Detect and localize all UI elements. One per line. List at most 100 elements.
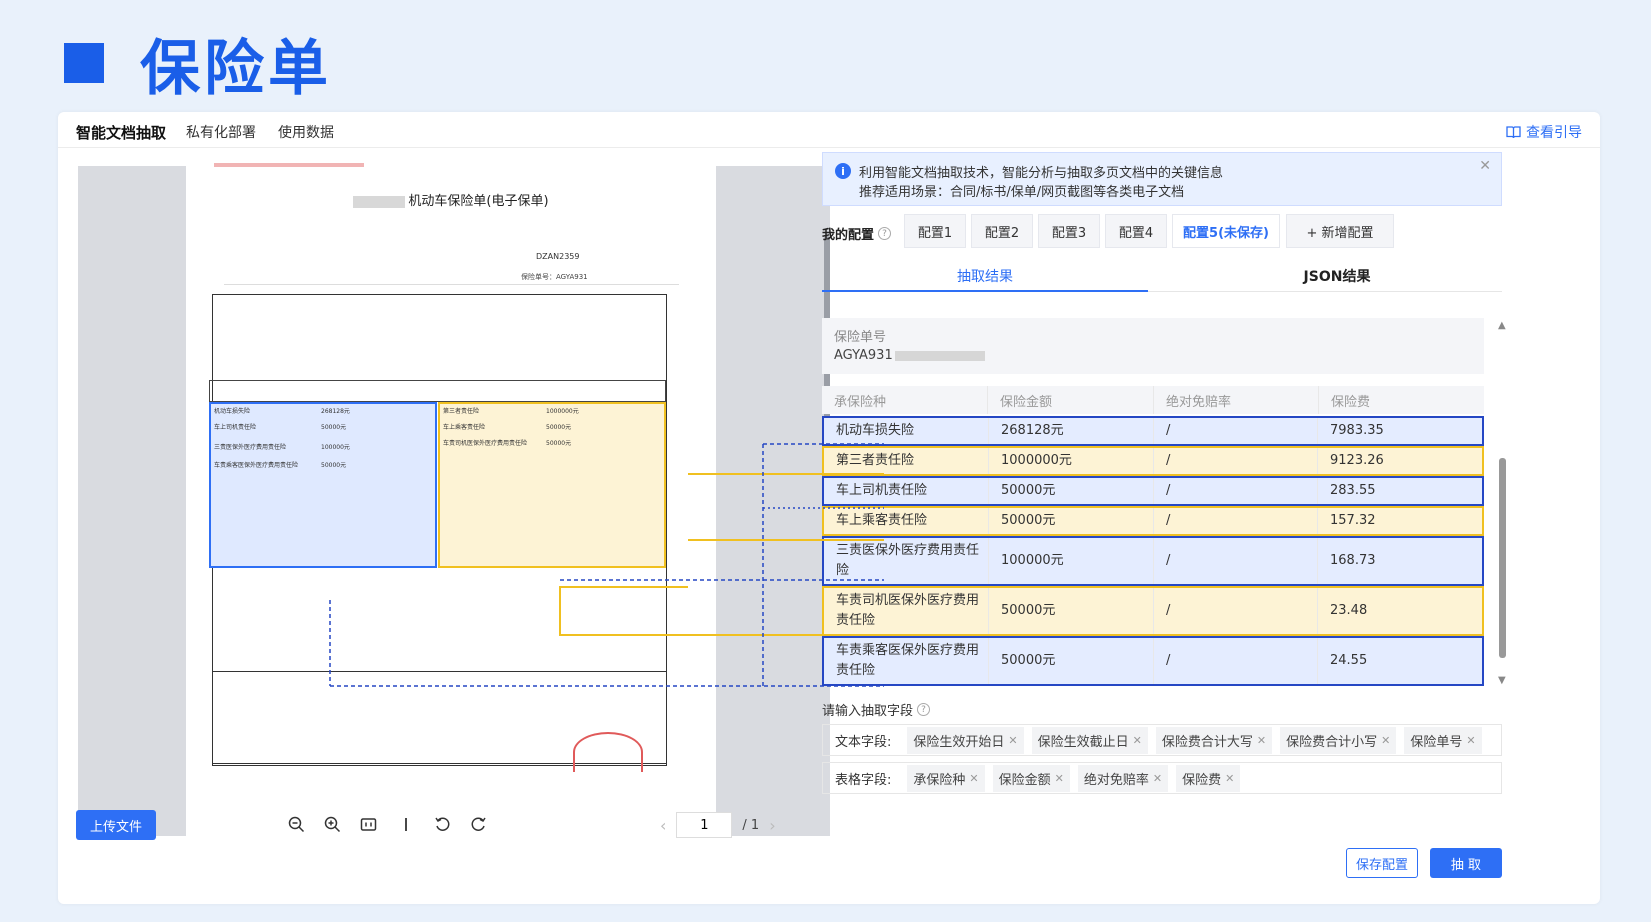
help-icon[interactable]: ? [878,227,892,240]
tab-json-result[interactable]: JSON结果 [1174,260,1500,292]
doc-left-row: 车上司机责任险 [214,424,257,431]
doc-title: 机动车保险单(电子保单) [186,190,716,209]
extract-button[interactable]: 抽 取 [1430,848,1502,878]
tab-config-1[interactable]: 配置1 [904,214,966,248]
seal-stamp [573,732,643,772]
doc-red-header [214,163,364,167]
slide-title-text: 保险单 [140,33,332,104]
zoom-in-icon[interactable] [324,816,341,838]
tab-config-4[interactable]: 配置4 [1105,214,1167,248]
next-page-icon[interactable]: › [769,816,775,835]
table-fields-label: 表格字段: [835,772,892,788]
doc-left-amount: 50000元 [321,424,347,431]
close-icon[interactable]: ✕ [1479,158,1491,174]
tab-config-2[interactable]: 配置2 [971,214,1033,248]
text-fields-input[interactable]: 文本字段: 保险生效开始日 ✕ 保险生效截止日 ✕ 保险费合计大写 ✕ 保险费合计小写… [822,724,1502,756]
save-config-button[interactable]: 保存配置 [1346,848,1418,878]
doc-left-row: 机动车损失险 [214,408,251,415]
tab-extract-result[interactable]: 抽取结果 [822,260,1148,292]
remove-tag-icon[interactable]: ✕ [1225,772,1234,785]
result-table-header: 承保险种 保险金额 绝对免赔率 保险费 [822,386,1484,414]
remove-tag-icon[interactable]: ✕ [1055,772,1064,785]
remove-tag-icon[interactable]: ✕ [1008,734,1017,747]
field-tag: 承保险种 ✕ [907,764,985,792]
table-row[interactable]: 第三者责任险 1000000元/9123.26 [822,446,1484,476]
add-config-button[interactable]: + 新增配置 [1286,214,1394,248]
top-nav: 智能文档抽取 私有化部署 使用数据 查看引导 [58,112,1600,148]
remove-tag-icon[interactable]: ✕ [1257,734,1266,747]
extract-fields-label: 请输入抽取字段? [822,700,931,719]
field-tag: 保险费合计小写 ✕ [1280,726,1397,754]
tab-config-5[interactable]: 配置5(未保存) [1172,214,1280,248]
result-panel: i 利用智能文档抽取技术，智能分析与抽取多页文档中的关键信息 推荐适用场景：合同… [808,148,1600,904]
prev-page-icon[interactable]: ‹ [660,816,666,835]
my-config-label: 我的配置? [822,224,892,243]
document-page: 机动车保险单(电子保单) DZAN2359 保险单号：AGYA931 机动车损失… [186,163,716,836]
table-row[interactable]: 车上司机责任险 50000元/283.55 [822,476,1484,506]
document-viewer[interactable]: 机动车保险单(电子保单) DZAN2359 保险单号：AGYA931 机动车损失… [78,163,830,836]
guide-link[interactable]: 查看引导 [1506,122,1582,142]
policy-number-label: 保险单号 [834,330,887,345]
fit-page-icon[interactable] [360,816,377,838]
field-tag: 保险金额 ✕ [992,764,1070,792]
info-icon: i [835,163,851,179]
slide-title: 保险单 [64,28,332,104]
zoom-out-icon[interactable] [288,816,305,838]
remove-tag-icon[interactable]: ✕ [969,772,978,785]
doc-left-row: 车责乘客医保外医疗费用责任险 [214,462,299,469]
table-row[interactable]: 车责乘客医保外医疗费用责任险 50000元/24.55 [822,636,1484,686]
col-header: 承保险种 [822,386,988,414]
viewer-toolbar: 上传文件 ‹ / 1 › [58,804,818,848]
remove-tag-icon[interactable]: ✕ [1381,734,1390,747]
doc-left-amount: 50000元 [321,462,347,469]
remove-tag-icon[interactable]: ✕ [1133,734,1142,747]
result-scrollbar[interactable]: ▲ ▼ [1498,320,1506,686]
doc-right-row: 车上乘客责任险 [443,424,486,431]
subtab-active-indicator [822,290,1148,292]
help-icon[interactable]: ? [917,703,931,716]
policy-number-field: 保险单号 AGYA931 [822,318,1484,374]
scroll-thumb[interactable] [1499,458,1506,658]
app-window: 智能文档抽取 私有化部署 使用数据 查看引导 机动车保险单(电子保单) DZAN… [58,112,1600,904]
nav-doc-extract[interactable]: 智能文档抽取 [76,122,166,143]
scroll-down-icon[interactable]: ▼ [1498,675,1506,686]
info-line-2: 推荐适用场景：合同/标书/保单/网页截图等各类电子文档 [859,185,1185,200]
doc-right-amount: 1000000元 [546,408,579,415]
info-banner: i 利用智能文档抽取技术，智能分析与抽取多页文档中的关键信息 推荐适用场景：合同… [822,152,1502,206]
field-tag: 保险费 ✕ [1176,764,1241,792]
scroll-up-icon[interactable]: ▲ [1498,320,1506,331]
doc-right-amount: 50000元 [546,424,572,431]
remove-tag-icon[interactable]: ✕ [1466,734,1475,747]
nav-usage-data[interactable]: 使用数据 [278,122,334,142]
doc-divider [224,284,679,285]
book-icon [1506,125,1521,138]
text-fields-label: 文本字段: [835,734,892,750]
table-row[interactable]: 车上乘客责任险 50000元/157.32 [822,506,1484,536]
table-row[interactable]: 车责司机医保外医疗费用责任险 50000元/23.48 [822,586,1484,636]
tab-config-3[interactable]: 配置3 [1038,214,1100,248]
policy-redacted [894,350,985,361]
doc-right-row: 第三者责任险 [443,408,480,415]
pager: ‹ / 1 › [650,812,786,838]
upload-button[interactable]: 上传文件 [76,810,156,840]
doc-policy-no: 保险单号：AGYA931 [521,273,588,281]
doc-left-row: 三责医保外医疗费用责任险 [214,444,287,451]
field-tag: 保险生效开始日 ✕ [907,726,1024,754]
page-total: / 1 [742,817,760,833]
page-input[interactable] [676,812,733,838]
col-header: 保险金额 [988,386,1154,414]
doc-left-amount: 100000元 [321,444,350,451]
rotate-right-icon[interactable] [470,816,487,838]
doc-right-row: 车责司机医保外医疗费用责任险 [443,440,528,447]
rotate-left-icon[interactable] [434,816,451,838]
col-header: 绝对免赔率 [1154,386,1319,414]
title-square-icon [64,43,104,83]
doc-table-header [209,380,666,402]
table-fields-input[interactable]: 表格字段: 承保险种 ✕ 保险金额 ✕ 绝对免赔率 ✕ 保险费 ✕ [822,762,1502,794]
field-tag: 绝对免赔率 ✕ [1077,764,1169,792]
table-row[interactable]: 三责医保外医疗费用责任险 100000元/168.73 [822,536,1484,586]
table-row[interactable]: 机动车损失险 268128元/7983.35 [822,416,1484,446]
remove-tag-icon[interactable]: ✕ [1153,772,1162,785]
doc-left-coverage-box: 机动车损失险 车上司机责任险 三责医保外医疗费用责任险 车责乘客医保外医疗费用责… [209,402,437,568]
nav-private-deploy[interactable]: 私有化部署 [186,122,256,142]
